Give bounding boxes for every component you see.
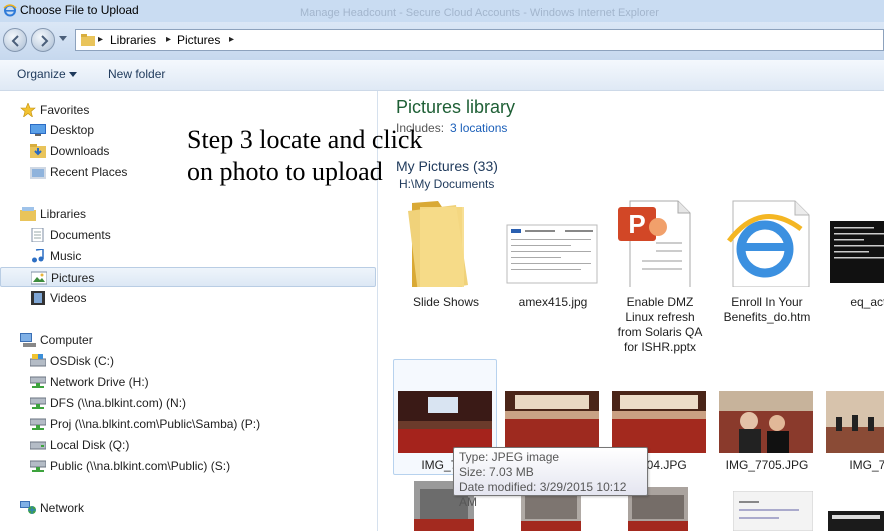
sidebar-item-label: DFS (\\na.blkint.com) (N:) (50, 396, 187, 410)
sidebar-network-label: Network (40, 501, 85, 515)
photo-thumbnail (826, 391, 884, 453)
folder-icon (81, 34, 95, 46)
sidebar-item-label: OSDisk (C:) (50, 354, 114, 368)
background-window-title: Manage Headcount - Secure Cloud Accounts… (300, 7, 659, 19)
library-title: Pictures library (396, 97, 516, 117)
annotation-line-1: Step 3 locate and click (187, 125, 423, 154)
document-thumbnail-icon (506, 224, 598, 284)
film-strip-icon (31, 291, 45, 305)
sidebar-item-label: Music (50, 249, 82, 263)
sidebar-item-label: Recent Places (50, 165, 128, 179)
sidebar-item-label: Network Drive (H:) (50, 375, 149, 389)
sidebar-item-label: Videos (50, 291, 87, 305)
sidebar-computer-label: Computer (40, 333, 93, 347)
arrow-left-icon (11, 35, 19, 47)
arrow-right-icon (41, 35, 49, 47)
network-drive-icon (30, 418, 46, 430)
pictures-icon (31, 271, 47, 285)
tooltip-size: Size: 7.03 MB (459, 465, 534, 479)
svg-text:P: P (628, 209, 645, 239)
breadcrumb-separator-icon[interactable]: ▸ (166, 34, 171, 45)
back-button[interactable] (3, 28, 27, 52)
address-bar[interactable]: ▸ Libraries ▸ Pictures ▸ (75, 29, 884, 51)
sidebar-item-label: Public (\\na.blkint.com\Public) (S:) (50, 459, 231, 473)
breadcrumb-libraries[interactable]: Libraries (110, 33, 156, 47)
command-toolbar: Organize New folder (0, 60, 884, 91)
recent-pages-chevron-down-icon[interactable] (59, 36, 67, 42)
folder-icon (408, 201, 468, 287)
file-name: IMG_770 (849, 458, 884, 472)
file-name: eq_activi (850, 295, 884, 309)
annotation-line-2: on photo to upload (187, 157, 383, 186)
internet-explorer-icon (3, 4, 17, 17)
music-note-icon (32, 249, 44, 263)
terminal-screenshot-thumbnail (830, 221, 884, 283)
network-icon (20, 501, 36, 514)
file-name: IMG_7705.JPG (725, 458, 809, 472)
breadcrumb-separator-icon[interactable]: ▸ (98, 34, 103, 45)
libraries-icon (20, 207, 36, 221)
locations-link[interactable]: 3 locations (450, 121, 507, 135)
window-title: Choose File to Upload (20, 3, 139, 17)
local-disk-icon (30, 354, 46, 367)
document-thumbnail-icon[interactable] (733, 491, 813, 531)
desktop-icon (30, 124, 46, 136)
new-folder-button[interactable]: New folder (108, 67, 165, 81)
sidebar-item-label: Local Disk (Q:) (50, 438, 130, 452)
breadcrumb-pictures[interactable]: Pictures (177, 33, 220, 47)
file-info-tooltip: Type: JPEG image Size: 7.03 MB Date modi… (453, 447, 648, 509)
documents-icon (31, 228, 44, 242)
file-list-pane: Pictures library Includes: 3 locations My… (378, 91, 884, 531)
recent-places-icon (30, 167, 46, 179)
sidebar-item-label: Pictures (51, 271, 95, 285)
forward-button[interactable] (31, 28, 55, 52)
breadcrumb-separator-icon[interactable]: ▸ (229, 34, 234, 45)
file-name: amex415.jpg (518, 295, 588, 309)
instruction-annotation: Step 3 locate and click on photo to uplo… (187, 124, 422, 188)
sidebar-item-label: Desktop (50, 123, 95, 137)
sidebar-item-label: Documents (50, 228, 111, 242)
title-bar: Choose File to Upload Manage Headcount -… (0, 0, 884, 22)
file-name: Enable DMZ Linux refresh from Solaris QA… (617, 295, 703, 354)
downloads-folder-icon (30, 144, 46, 158)
computer-icon (20, 333, 36, 347)
network-drive-icon (30, 460, 46, 472)
sidebar-item-label: Proj (\\na.blkint.com\Public\Samba) (P:) (50, 417, 261, 431)
file-name: Slide Shows (412, 295, 480, 309)
organize-button[interactable]: Organize (17, 67, 66, 81)
navigation-bar: ▸ Libraries ▸ Pictures ▸ (0, 22, 884, 60)
chevron-down-icon (69, 72, 77, 77)
photo-thumbnail (719, 391, 813, 453)
star-icon (20, 103, 36, 117)
tooltip-type: Type: JPEG image (459, 450, 560, 464)
sidebar-item-label: Downloads (50, 144, 110, 158)
local-disk-icon (30, 441, 46, 450)
internet-explorer-file-icon (727, 200, 810, 287)
network-drive-icon (30, 376, 46, 388)
sidebar-favorites-label: Favorites (40, 103, 90, 117)
network-drive-icon (30, 397, 46, 409)
photo-thumbnail[interactable] (828, 511, 884, 531)
sidebar-libraries-label: Libraries (40, 207, 87, 221)
tooltip-date-modified: Date modified: 3/29/2015 10:12 AM (459, 480, 627, 509)
sidebar-item-pictures[interactable]: Pictures (0, 267, 376, 287)
powerpoint-file-icon: P (618, 200, 691, 287)
file-name: Enroll In Your Benefits_do.htm (723, 295, 811, 324)
